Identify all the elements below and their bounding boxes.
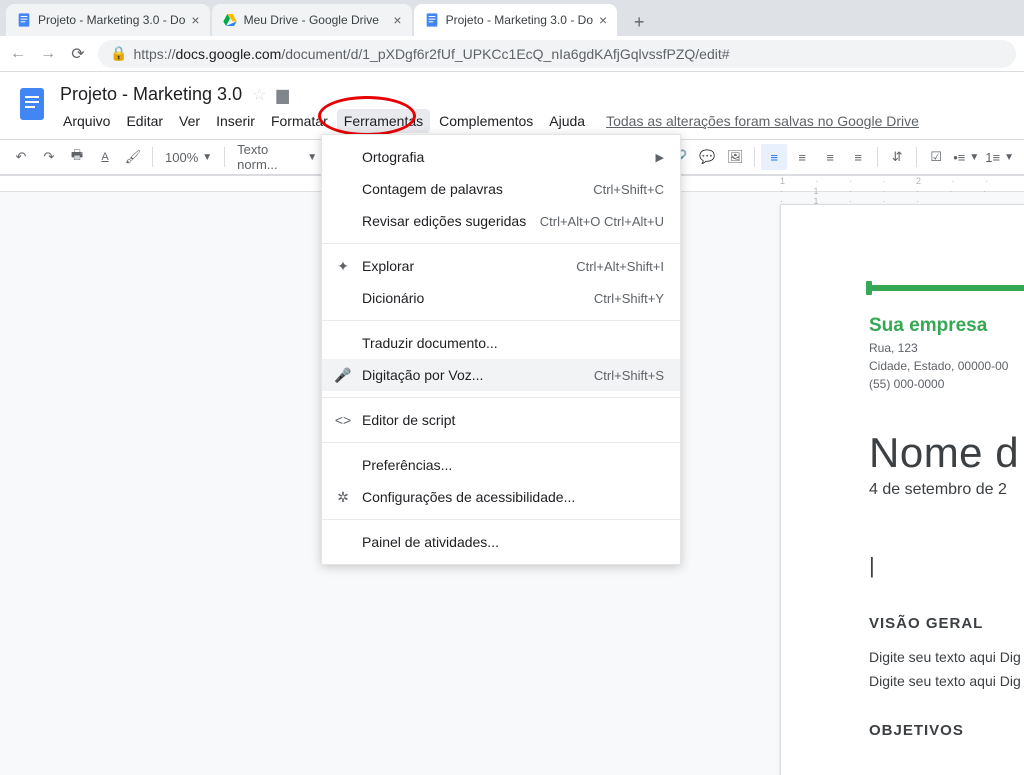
menu-preferencias[interactable]: Preferências... — [322, 449, 680, 481]
docs-favicon-icon — [424, 12, 440, 28]
menu-ajuda[interactable]: Ajuda — [542, 109, 592, 133]
mic-icon: 🎤 — [334, 367, 352, 384]
menu-ver[interactable]: Ver — [172, 109, 207, 133]
menu-ortografia[interactable]: Ortografia▶ — [322, 141, 680, 173]
print-icon[interactable]: 🖶 — [64, 144, 90, 170]
align-justify-icon[interactable]: ≡ — [845, 144, 871, 170]
company-address-1: Rua, 123 — [869, 339, 1024, 357]
menu-explorar[interactable]: ✦ ExplorarCtrl+Alt+Shift+I — [322, 250, 680, 282]
save-status[interactable]: Todas as alterações foram salvas no Goog… — [606, 113, 919, 129]
undo-icon[interactable]: ↶ — [8, 144, 34, 170]
menu-complementos[interactable]: Complementos — [432, 109, 540, 133]
browser-tab[interactable]: Projeto - Marketing 3.0 - Do × — [6, 4, 210, 36]
text-cursor: | — [869, 553, 1024, 579]
document-page[interactable]: Sua empresa Rua, 123 Cidade, Estado, 000… — [780, 204, 1024, 775]
paint-format-icon[interactable]: 🖌 — [120, 144, 146, 170]
new-tab-button[interactable]: + — [625, 8, 653, 36]
body-paragraph: Digite seu texto aqui Dig texto aqui Dig… — [869, 646, 1024, 694]
separator — [916, 147, 917, 167]
company-address-2: Cidade, Estado, 00000-00 — [869, 357, 1024, 375]
menu-formatar[interactable]: Formatar — [264, 109, 335, 133]
script-icon: <> — [334, 412, 352, 428]
company-name: Sua empresa — [869, 315, 1024, 337]
separator — [224, 147, 225, 167]
forward-icon[interactable]: → — [38, 45, 58, 63]
ruler-ticks: 1 · · · 2 · · · 1 · · · · · · 1 · · · — [780, 176, 1024, 206]
document-date: 4 de setembro de 2 — [869, 481, 1024, 499]
reload-icon[interactable]: ⟳ — [68, 44, 88, 64]
close-icon[interactable]: × — [393, 12, 401, 28]
menu-separator — [322, 243, 680, 244]
menu-revisar-edicoes[interactable]: Revisar edições sugeridasCtrl+Alt+O Ctrl… — [322, 205, 680, 237]
menu-separator — [322, 442, 680, 443]
company-phone: (55) 000-0000 — [869, 375, 1024, 393]
a11y-icon: ✲ — [334, 489, 352, 506]
star-icon[interactable]: ☆ — [252, 85, 266, 105]
url-input[interactable]: 🔒 https://docs.google.com/document/d/1_p… — [98, 40, 1016, 68]
menu-editor-script[interactable]: <> Editor de script — [322, 404, 680, 436]
section-heading: VISÃO GERAL — [869, 615, 1024, 632]
close-icon[interactable]: × — [191, 12, 199, 28]
menu-acessibilidade[interactable]: ✲ Configurações de acessibilidade... — [322, 481, 680, 513]
align-right-icon[interactable]: ≡ — [817, 144, 843, 170]
section-heading-2: OBJETIVOS — [869, 722, 1024, 739]
line-spacing-icon[interactable]: ⇵ — [884, 144, 910, 170]
menu-editar[interactable]: Editar — [119, 109, 170, 133]
menu-separator — [322, 397, 680, 398]
menu-separator — [322, 320, 680, 321]
separator — [877, 147, 878, 167]
tools-dropdown: Ortografia▶ Contagem de palavrasCtrl+Shi… — [321, 134, 681, 565]
lock-icon: 🔒 — [110, 45, 127, 62]
redo-icon[interactable]: ↷ — [36, 144, 62, 170]
docs-header: Projeto - Marketing 3.0 ☆ ▆ Arquivo Edit… — [0, 72, 1024, 139]
url-scheme: https:// — [133, 46, 175, 62]
browser-tab[interactable]: Projeto - Marketing 3.0 - Do × — [414, 4, 618, 36]
spellcheck-icon[interactable]: A — [92, 144, 118, 170]
browser-tabstrip: Projeto - Marketing 3.0 - Do × Meu Drive… — [0, 0, 1024, 36]
menu-digitacao-voz[interactable]: 🎤 Digitação por Voz...Ctrl+Shift+S — [322, 359, 680, 391]
menu-inserir[interactable]: Inserir — [209, 109, 262, 133]
menu-separator — [322, 519, 680, 520]
separator — [754, 147, 755, 167]
menu-ferramentas[interactable]: Ferramentas — [337, 109, 430, 133]
url-path: /document/d/1_pXDgf6r2fUf_UPKCc1EcQ_nIa6… — [281, 46, 729, 62]
tab-title: Meu Drive - Google Drive — [244, 13, 388, 27]
doc-title[interactable]: Projeto - Marketing 3.0 — [60, 84, 242, 105]
folder-icon[interactable]: ▆ — [276, 85, 288, 105]
accent-line — [869, 285, 1024, 291]
menu-contagem-palavras[interactable]: Contagem de palavrasCtrl+Shift+C — [322, 173, 680, 205]
close-icon[interactable]: × — [599, 12, 607, 28]
url-host: docs.google.com — [175, 46, 281, 62]
separator — [152, 147, 153, 167]
menu-painel-atividades[interactable]: Painel de atividades... — [322, 526, 680, 558]
comment-icon[interactable]: 💬 — [694, 144, 720, 170]
menu-dicionario[interactable]: DicionárioCtrl+Shift+Y — [322, 282, 680, 314]
back-icon[interactable]: ← — [8, 45, 28, 63]
numbered-list-icon[interactable]: 1≡▼ — [983, 144, 1016, 170]
insert-image-icon[interactable]: 🖼 — [722, 144, 748, 170]
explore-icon: ✦ — [334, 258, 352, 275]
tab-title: Projeto - Marketing 3.0 - Do — [446, 13, 593, 27]
tab-title: Projeto - Marketing 3.0 - Do — [38, 13, 185, 27]
docs-logo-icon[interactable] — [12, 84, 52, 124]
bulleted-list-icon[interactable]: •≡▼ — [951, 144, 981, 170]
zoom-combo[interactable]: 100%▼ — [159, 144, 218, 170]
checklist-icon[interactable]: ☑ — [923, 144, 949, 170]
drive-favicon-icon — [222, 12, 238, 28]
align-center-icon[interactable]: ≡ — [789, 144, 815, 170]
browser-tab[interactable]: Meu Drive - Google Drive × — [212, 4, 412, 36]
paragraph-style-combo[interactable]: Texto norm...▼ — [231, 144, 323, 170]
address-bar: ← → ⟳ 🔒 https://docs.google.com/document… — [0, 36, 1024, 72]
align-left-icon[interactable]: ≡ — [761, 144, 787, 170]
document-heading: Nome d — [869, 429, 1024, 477]
menu-traduzir[interactable]: Traduzir documento... — [322, 327, 680, 359]
menu-arquivo[interactable]: Arquivo — [56, 109, 117, 133]
docs-favicon-icon — [16, 12, 32, 28]
